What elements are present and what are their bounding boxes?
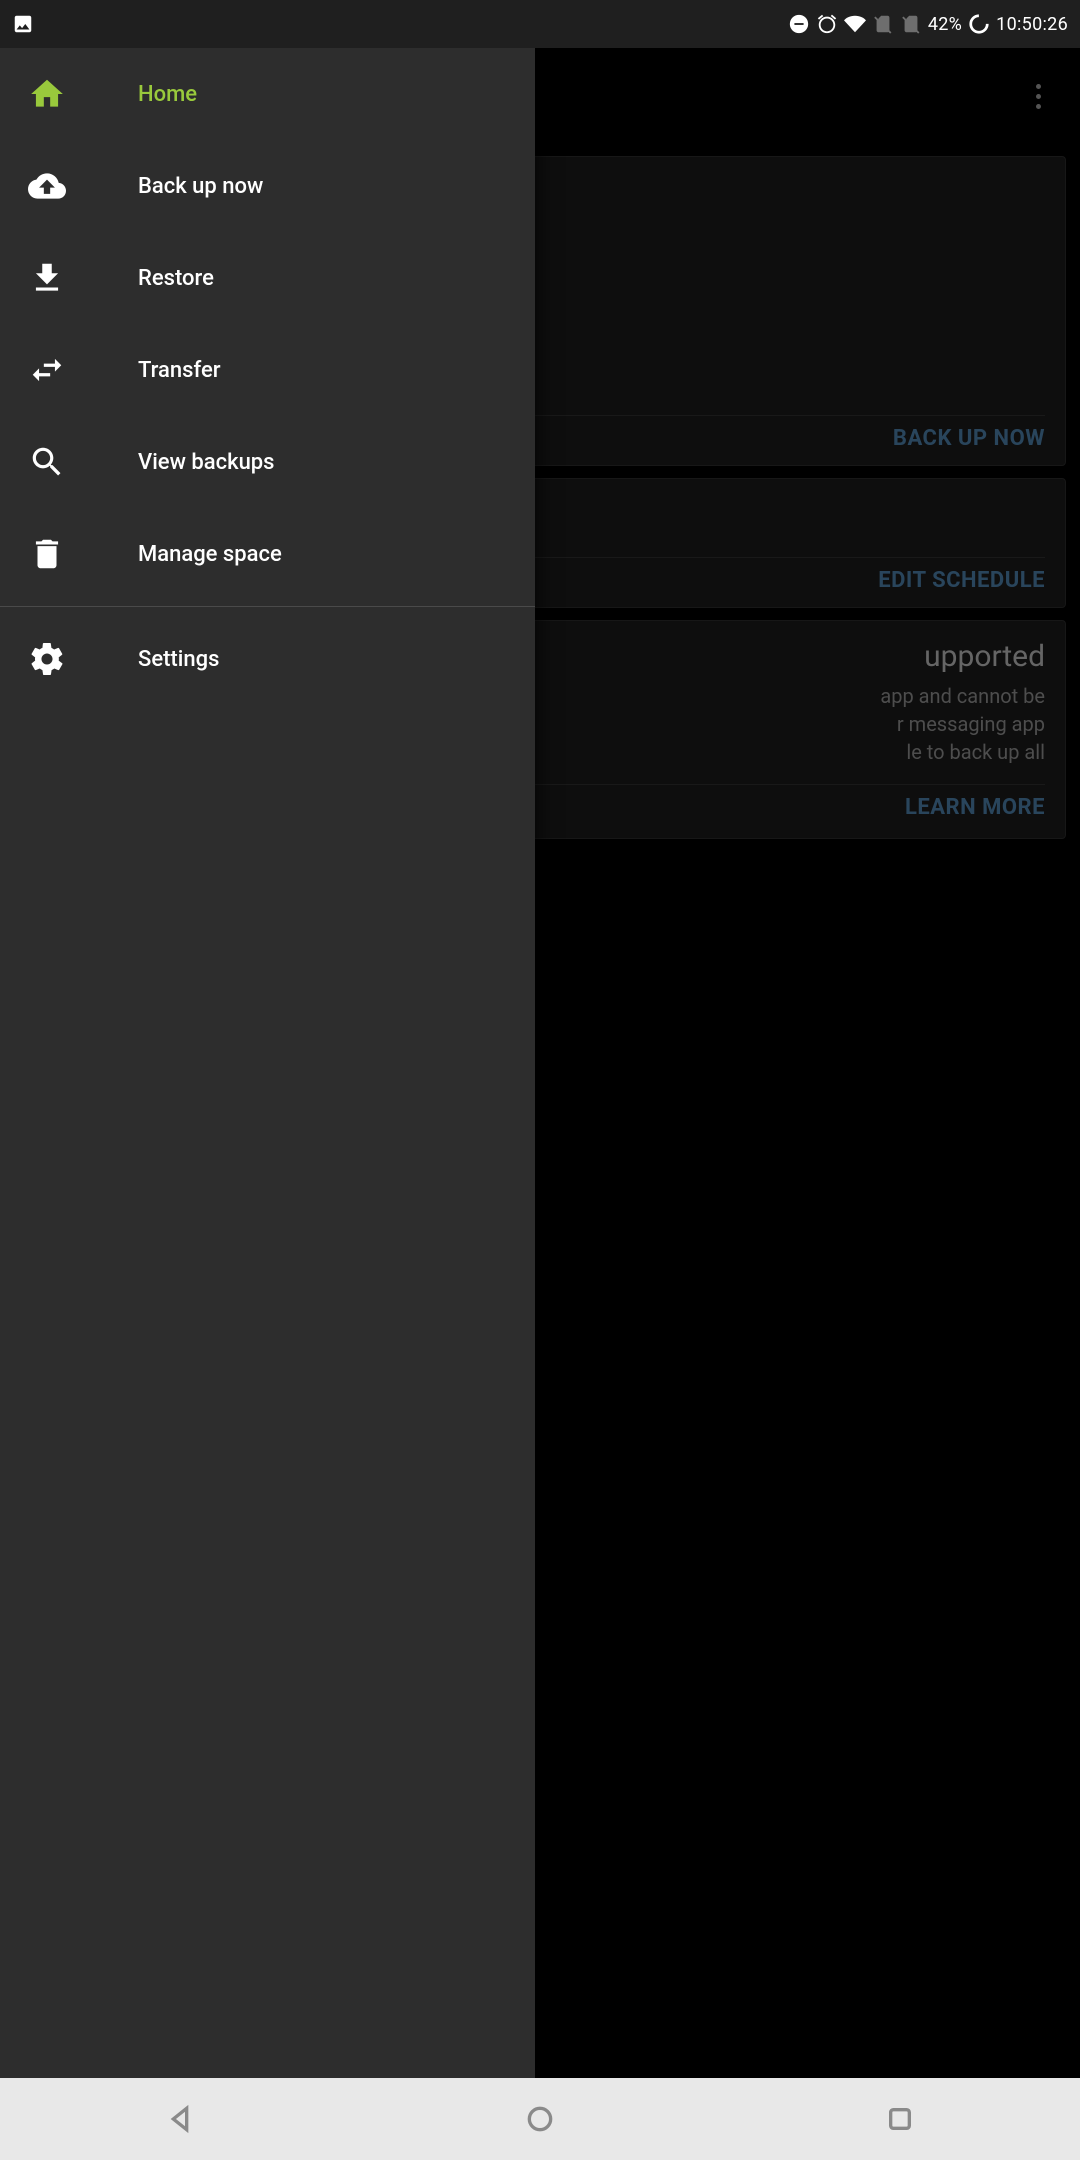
home-icon — [28, 75, 66, 113]
nav-label: Restore — [138, 266, 214, 291]
nav-item-manage-space[interactable]: Manage space — [0, 508, 535, 600]
alarm-icon — [816, 13, 838, 35]
nav-label: Back up now — [138, 174, 263, 199]
nav-label: Manage space — [138, 542, 282, 567]
nav-label: Home — [138, 82, 197, 107]
nav-item-settings[interactable]: Settings — [0, 613, 535, 705]
back-button[interactable] — [160, 2099, 200, 2139]
cloud-upload-icon — [28, 167, 66, 205]
do-not-disturb-icon — [788, 13, 810, 35]
nav-label: Settings — [138, 647, 219, 672]
navigation-drawer: Home Back up now Restore Transfer View b… — [0, 48, 535, 2078]
nav-item-transfer[interactable]: Transfer — [0, 324, 535, 416]
nav-item-restore[interactable]: Restore — [0, 232, 535, 324]
nav-item-home[interactable]: Home — [0, 48, 535, 140]
status-bar: 42% 10:50:26 — [0, 0, 1080, 48]
no-sim-icon-2 — [900, 13, 922, 35]
wifi-icon — [844, 13, 866, 35]
clock-time: 10:50:26 — [996, 14, 1068, 35]
system-navigation-bar — [0, 2078, 1080, 2160]
battery-percent: 42% — [928, 14, 962, 35]
search-icon — [28, 443, 66, 481]
no-sim-icon — [872, 13, 894, 35]
trash-icon — [28, 535, 66, 573]
picture-icon — [12, 13, 34, 35]
transfer-icon — [28, 351, 66, 389]
nav-label: Transfer — [138, 358, 221, 383]
recents-button[interactable] — [880, 2099, 920, 2139]
drawer-divider — [0, 606, 535, 607]
nav-item-backup-now[interactable]: Back up now — [0, 140, 535, 232]
loading-circle-icon — [968, 13, 990, 35]
nav-label: View backups — [138, 450, 275, 475]
home-button[interactable] — [520, 2099, 560, 2139]
gear-icon — [28, 640, 66, 678]
nav-item-view-backups[interactable]: View backups — [0, 416, 535, 508]
download-icon — [28, 259, 66, 297]
